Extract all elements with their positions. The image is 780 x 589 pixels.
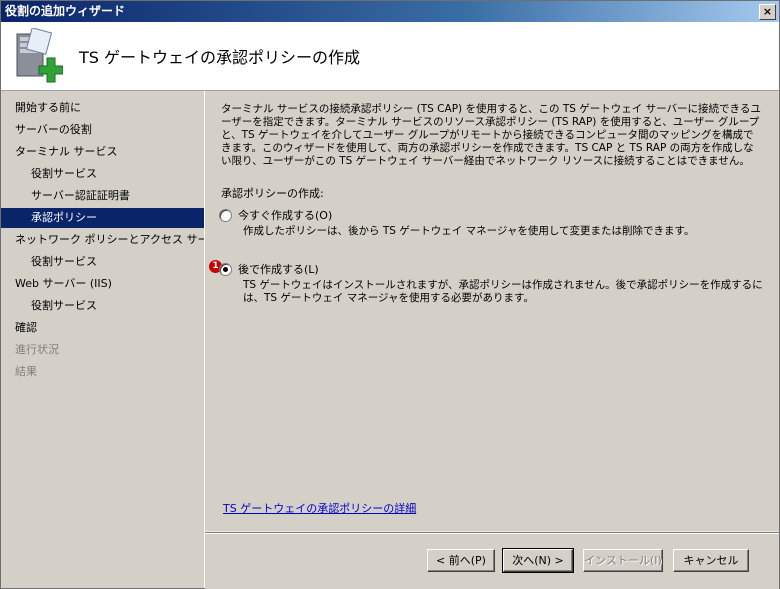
nav-item[interactable]: Web サーバー (IIS) (1, 274, 204, 294)
policy-description: ターミナル サービスの接続承認ポリシー (TS CAP) を使用すると、この T… (221, 103, 761, 167)
cancel-button[interactable]: キャンセル (673, 549, 749, 572)
nav-item[interactable]: ターミナル サービス (1, 142, 204, 162)
create-policy-label: 承認ポリシーの作成: (221, 187, 324, 200)
server-add-icon (16, 28, 63, 83)
option-create-later-description: TS ゲートウェイはインストールされますが、承認ポリシーは作成されません。後で承… (243, 279, 763, 304)
wizard-header: TS ゲートウェイの承認ポリシーの作成 (1, 22, 779, 91)
option-create-now-description: 作成したポリシーは、後から TS ゲートウェイ マネージャを使用して変更または削… (243, 225, 695, 237)
option-create-later[interactable]: 1 後で作成する(L) (209, 260, 319, 277)
option-create-now-label[interactable]: 今すぐ作成する(O) (238, 207, 332, 223)
button-bar: < 前へ(P) 次へ(N) > インストール(I) キャンセル (205, 532, 779, 589)
option-create-later-label[interactable]: 後で作成する(L) (238, 261, 319, 277)
nav-item[interactable]: 承認ポリシー (1, 208, 204, 228)
nav-item[interactable]: 役割サービス (1, 252, 204, 272)
nav-item[interactable]: 開始する前に (1, 98, 204, 118)
nav-item[interactable]: サーバーの役割 (1, 120, 204, 140)
close-button[interactable]: × (759, 4, 776, 20)
option-create-now[interactable]: 今すぐ作成する(O) (219, 207, 332, 223)
window-title: 役割の追加ウィザード (5, 4, 126, 18)
nav-item[interactable]: 確認 (1, 318, 204, 338)
nav-item[interactable]: 役割サービス (1, 296, 204, 316)
wizard-nav: 開始する前に サーバーの役割 ターミナル サービス 役割サービス サーバー認証証明書 承認… (1, 91, 205, 588)
nav-item[interactable]: ネットワーク ポリシーとアクセス サービ... (1, 230, 204, 250)
title-bar: 役割の追加ウィザード × (1, 1, 779, 22)
back-button[interactable]: < 前へ(P) (427, 549, 495, 572)
nav-item: 結果 (15, 365, 37, 378)
wizard-window: 役割の追加ウィザード × TS ゲートウェイの承認ポリシーの作成 開始する前にサ… (0, 0, 780, 589)
next-button[interactable]: 次へ(N) > (502, 548, 574, 573)
nav-item: 進行状況 (15, 343, 59, 356)
nav-item[interactable]: 役割サービス (1, 164, 204, 184)
install-button[interactable]: インストール(I) (583, 549, 663, 572)
nav-item[interactable]: サーバー認証証明書 (1, 186, 204, 206)
radio-create-later[interactable] (219, 262, 232, 276)
page-title: TS ゲートウェイの承認ポリシーの作成 (79, 48, 361, 67)
content-panel: ターミナル サービスの接続承認ポリシー (TS CAP) を使用すると、この T… (205, 91, 779, 531)
radio-create-now[interactable] (219, 208, 232, 222)
policy-details-link[interactable]: TS ゲートウェイの承認ポリシーの詳細 (223, 500, 416, 516)
